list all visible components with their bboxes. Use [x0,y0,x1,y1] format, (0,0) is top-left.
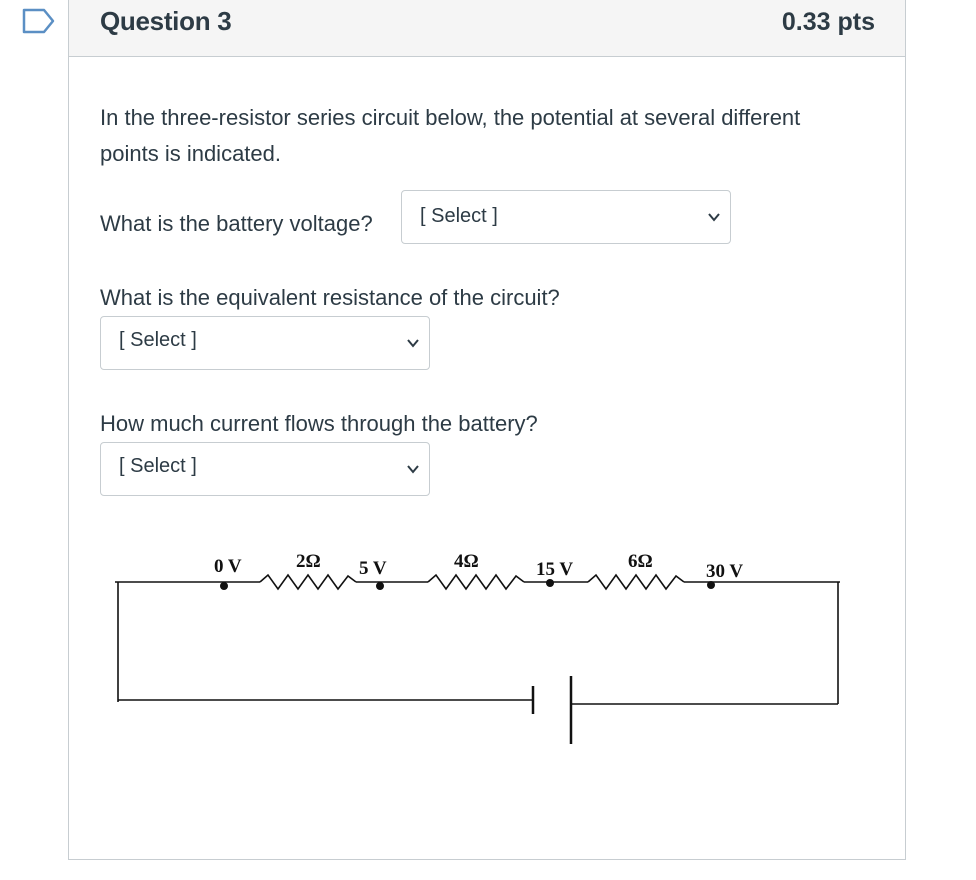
battery-voltage-prompt: What is the battery voltage? [100,211,373,236]
select-value: [ Select ] [119,455,197,477]
select-value: [ Select ] [420,205,498,227]
label-0v: 0 V [214,556,242,577]
question-intro-line1: In the three-resistor series circuit bel… [100,105,801,130]
label-2ohm: 2Ω [296,551,321,572]
circuit-diagram: 0 V 2Ω 5 V 4Ω 15 V 6Ω 30 V [115,551,840,744]
label-15v: 15 V [536,559,573,580]
node-dot-5v [376,582,384,590]
battery-current-select[interactable]: [ Select ] [100,442,430,496]
label-4ohm: 4Ω [454,551,479,572]
question-intro: In the three-resistor series circuit bel… [100,100,800,172]
equivalent-resistance-prompt: What is the equivalent resistance of the… [100,285,560,310]
node-dot-30v [707,581,715,589]
battery-current-prompt: How much current flows through the batte… [100,411,538,436]
resistor-4ohm-zigzag [427,573,525,591]
chevron-down-icon [407,465,419,474]
resistor-2ohm-zigzag [259,573,357,591]
chevron-down-icon [708,213,720,222]
node-dot-15v [546,579,554,587]
resistor-6ohm-zigzag [587,573,685,591]
label-30v: 30 V [706,561,743,582]
question-intro-line2: points is indicated. [100,141,281,166]
chevron-down-icon [407,339,419,348]
question-title: Question 3 [100,6,232,36]
question-points: 0.33 pts [781,8,875,36]
label-5v: 5 V [359,558,387,579]
select-value: [ Select ] [119,329,197,351]
flag-question-icon[interactable] [22,8,56,34]
battery-voltage-select[interactable]: [ Select ] [401,190,731,244]
label-6ohm: 6Ω [628,551,653,572]
node-dot-0v [220,582,228,590]
equivalent-resistance-select[interactable]: [ Select ] [100,316,430,370]
question-header: Question 3 0.33 pts [69,0,905,57]
